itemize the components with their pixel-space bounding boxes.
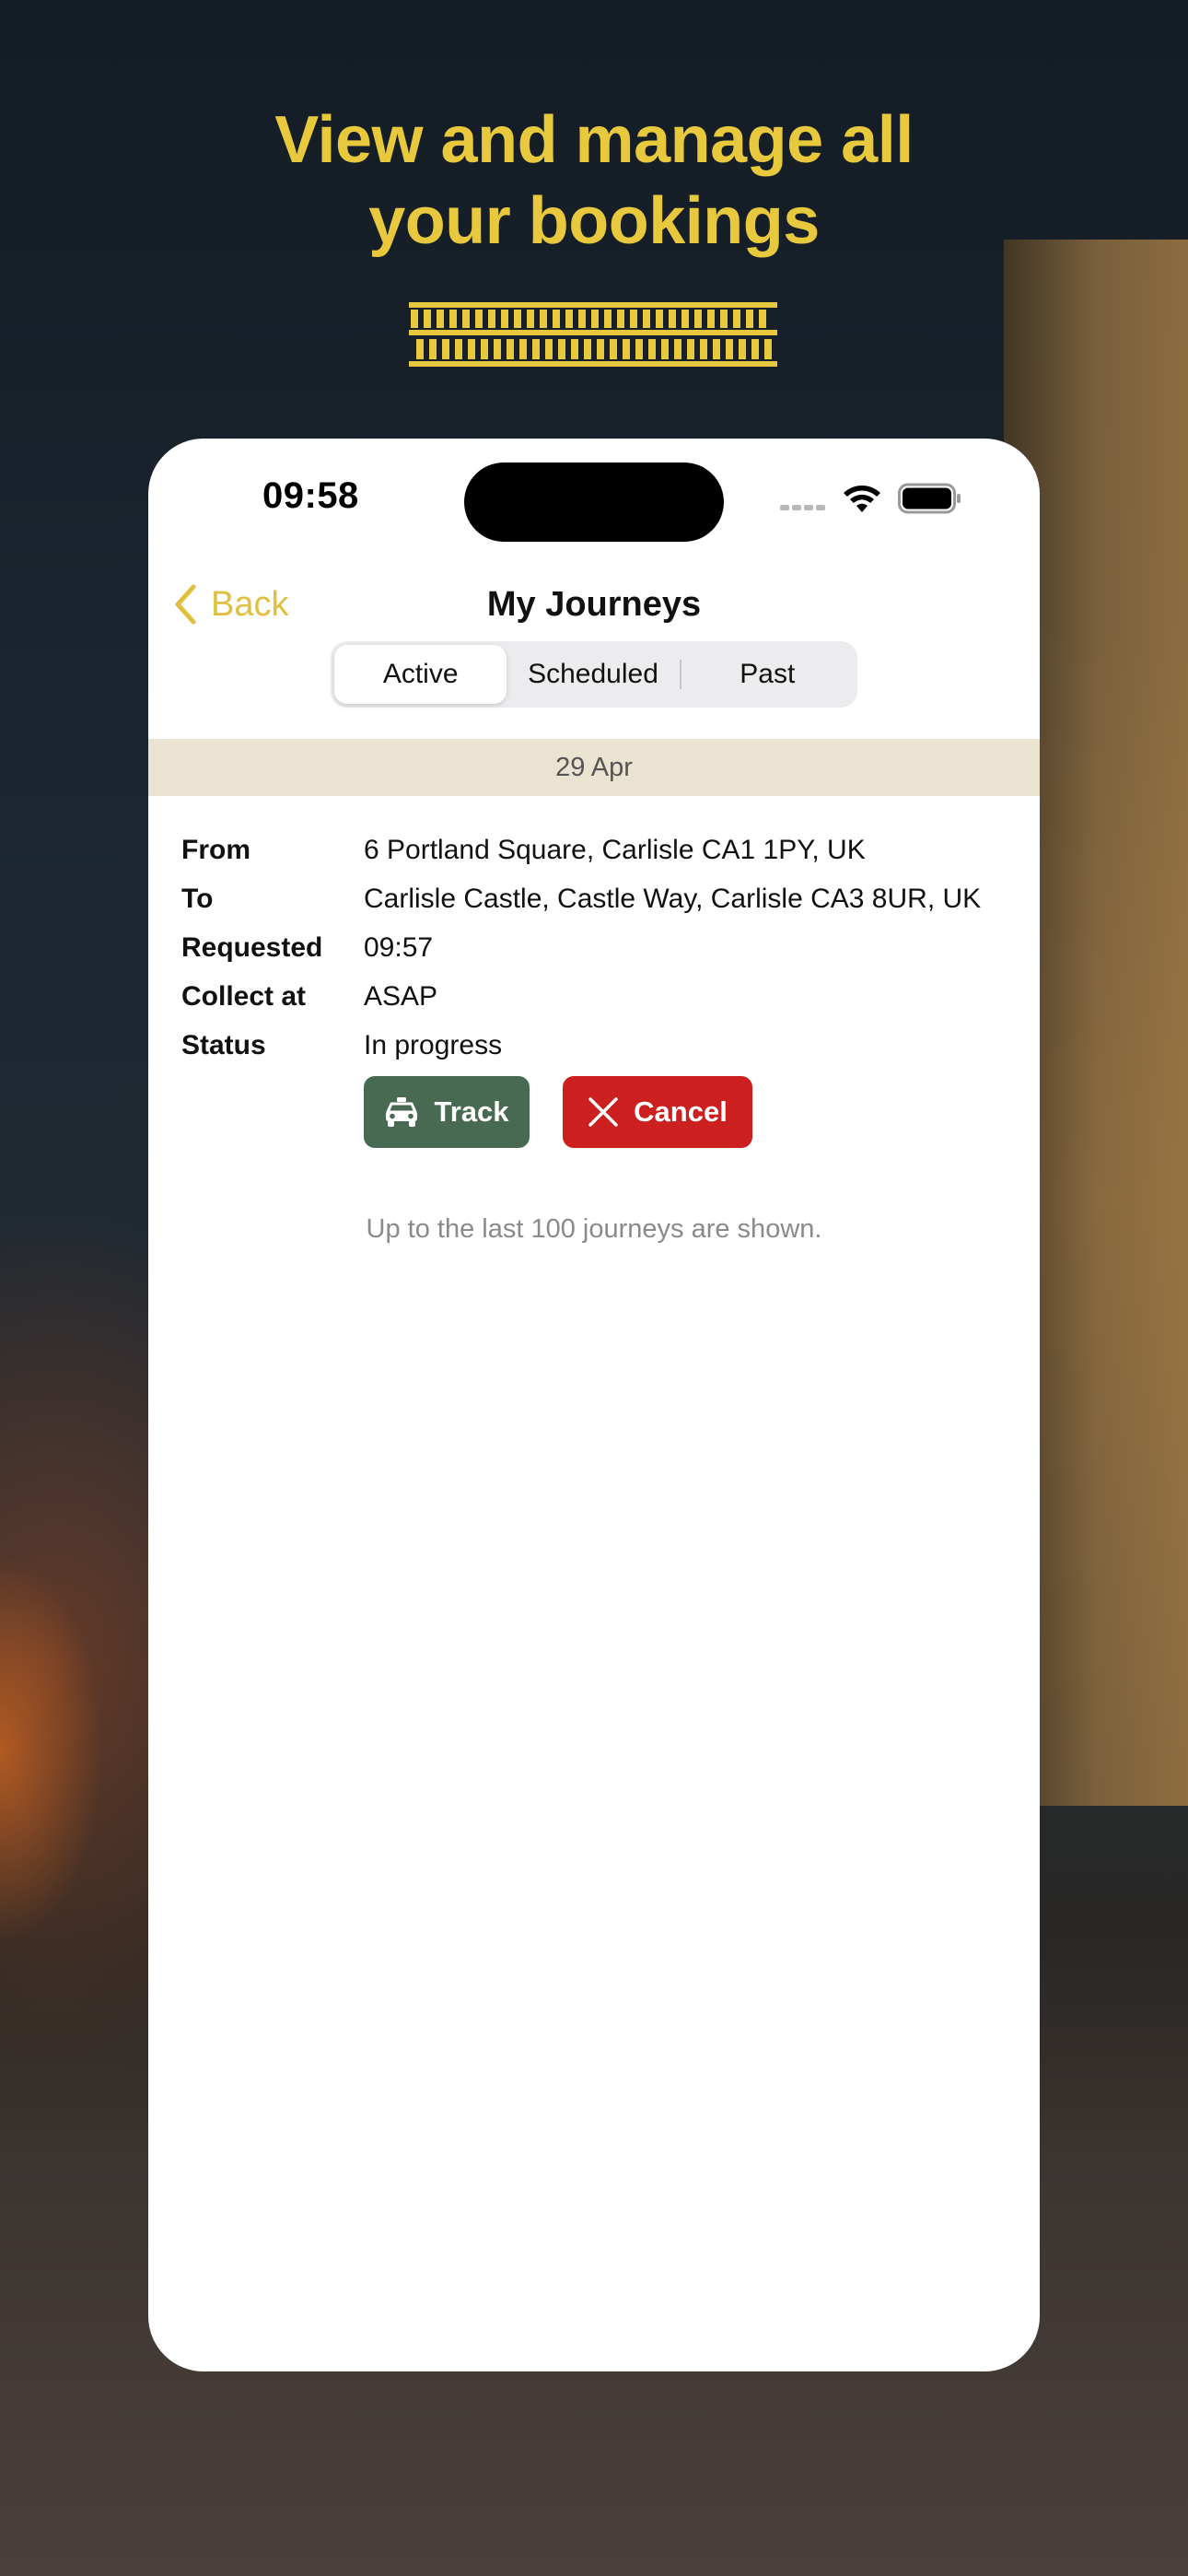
page-title: My Journeys (486, 585, 702, 624)
to-value: Carlisle Castle, Castle Way, Carlisle CA… (364, 883, 982, 914)
status-row: Status In progress (181, 1021, 1021, 1070)
journey-actions: Track Cancel (364, 1076, 752, 1148)
to-row: To Carlisle Castle, Castle Way, Carlisle… (181, 874, 1021, 923)
status-label: Status (181, 1029, 266, 1060)
wifi-icon (844, 486, 880, 512)
headline-line-1: View and manage all (274, 103, 914, 177)
requested-value: 09:57 (364, 931, 434, 963)
from-label: From (181, 834, 250, 865)
navigation-bar: Back My Journeys (148, 568, 1040, 641)
requested-row: Requested 09:57 (181, 923, 1021, 972)
tab-active[interactable]: Active (334, 645, 507, 704)
tab-past[interactable]: Past (681, 645, 854, 704)
taxi-icon (386, 1097, 418, 1127)
tab-scheduled[interactable]: Scheduled (507, 645, 679, 704)
journey-details: From 6 Portland Square, Carlisle CA1 1PY… (181, 825, 1021, 1070)
cancel-button[interactable]: Cancel (563, 1076, 752, 1148)
to-label: To (181, 883, 214, 914)
collect-value: ASAP (364, 980, 438, 1012)
dynamic-island (464, 463, 724, 542)
requested-label: Requested (181, 931, 323, 963)
battery-icon (898, 483, 961, 514)
headline: View and manage all your bookings (0, 100, 1188, 262)
track-button[interactable]: Track (364, 1076, 530, 1148)
phone-screen: 09:58 Back My Journeys Active Scheduled (148, 439, 1040, 2371)
date-header: 29 Apr (148, 739, 1040, 796)
status-value: In progress (364, 1029, 503, 1060)
close-icon (588, 1097, 618, 1127)
track-label: Track (434, 1095, 509, 1128)
tire-track-icon (409, 302, 777, 367)
journeys-limit-note: Up to the last 100 journeys are shown. (366, 1214, 822, 1244)
collect-label: Collect at (181, 980, 307, 1012)
collect-row: Collect at ASAP (181, 972, 1021, 1021)
headline-line-2: your bookings (368, 184, 820, 258)
status-time: 09:58 (262, 475, 359, 516)
signal-icon (780, 505, 825, 510)
from-row: From 6 Portland Square, Carlisle CA1 1PY… (181, 825, 1021, 874)
from-value: 6 Portland Square, Carlisle CA1 1PY, UK (364, 834, 866, 865)
cancel-label: Cancel (634, 1095, 728, 1128)
journey-tabs: Active Scheduled Past (331, 641, 857, 708)
